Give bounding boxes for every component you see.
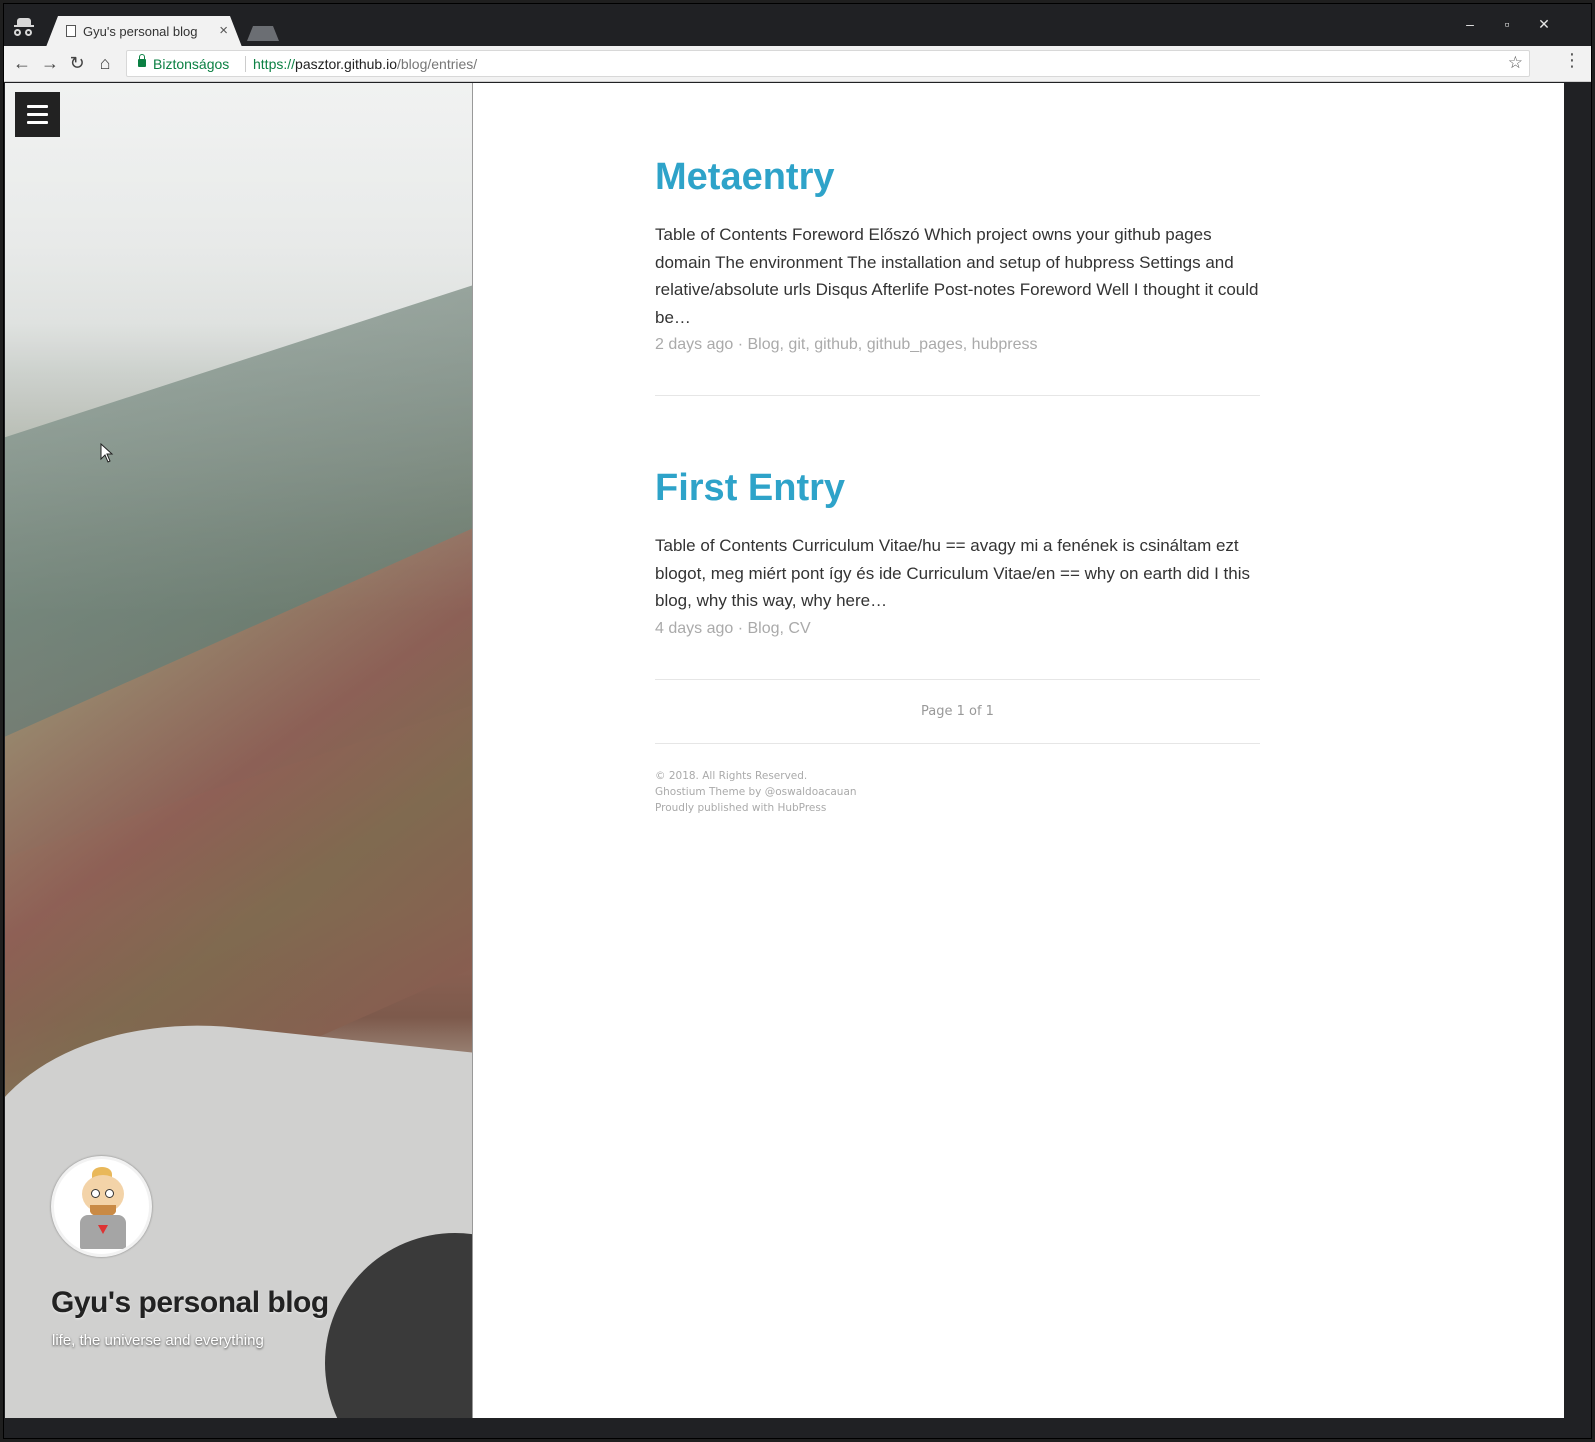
bookmark-star-icon[interactable]: ☆ — [1508, 53, 1523, 73]
page-icon — [66, 25, 76, 37]
forward-button[interactable]: → — [39, 52, 61, 74]
post-meta: 4 days ago · Blog, CV — [655, 620, 1260, 679]
publisher-credit: Proudly published with HubPress — [655, 800, 1260, 816]
new-tab-button[interactable] — [247, 26, 279, 41]
pagination-info: Page 1 of 1 — [655, 680, 1260, 744]
cover-image: Gyu's personal blog life, the universe a… — [5, 83, 473, 1418]
back-button[interactable]: ← — [11, 52, 33, 74]
post-date: 2 days ago — [655, 336, 734, 353]
post-tags[interactable]: Blog, git, github, github_pages, hubpres… — [748, 336, 1038, 353]
hubpress-link[interactable]: HubPress — [777, 802, 826, 814]
menu-toggle-button[interactable] — [15, 92, 60, 137]
maximize-button[interactable]: ▫ — [1497, 16, 1517, 32]
theme-author-link[interactable]: @oswaldoacauan — [765, 786, 857, 798]
close-window-button[interactable]: ✕ — [1534, 16, 1554, 33]
theme-credit: Ghostium Theme by @oswaldoacauan — [655, 784, 1260, 800]
browser-tab[interactable]: Gyu's personal blog × — [46, 16, 242, 47]
site-title[interactable]: Gyu's personal blog — [51, 1286, 329, 1320]
divider — [245, 56, 246, 72]
post-excerpt: Table of Contents Foreword Előszó Which … — [655, 225, 1259, 327]
post-date: 4 days ago — [655, 619, 734, 637]
theme-credit-text: Ghostium Theme by — [655, 785, 765, 798]
tab-title: Gyu's personal blog — [83, 24, 198, 39]
post-title-link[interactable]: First Entry — [655, 466, 845, 510]
reload-button[interactable]: ↻ — [66, 52, 88, 74]
browser-menu-icon[interactable]: ⋮ — [1563, 50, 1581, 71]
publisher-credit-text: Proudly published with — [655, 801, 778, 814]
meta-separator: · — [733, 619, 748, 637]
url-path: /blog/entries/ — [397, 56, 478, 72]
browser-window: Gyu's personal blog × – ▫ ✕ ← → ↻ ⌂ Bizt… — [3, 3, 1592, 1439]
lock-icon — [138, 54, 146, 67]
copyright: © 2018. All Rights Reserved. — [655, 769, 808, 782]
post-excerpt: Table of Contents Curriculum Vitae/hu ==… — [655, 536, 1250, 610]
page-viewport: Gyu's personal blog life, the universe a… — [5, 83, 1564, 1418]
site-description: life, the universe and everything — [52, 1332, 264, 1349]
browser-toolbar: ← → ↻ ⌂ Biztonságos https://pasztor.gith… — [4, 46, 1591, 82]
post-item: Metaentry Table of Contents Foreword Elő… — [655, 83, 1260, 396]
post-tags[interactable]: Blog, CV — [748, 620, 811, 637]
title-bar: Gyu's personal blog × – ▫ ✕ — [4, 4, 1591, 46]
minimize-button[interactable]: – — [1460, 16, 1480, 32]
post-list: Metaentry Table of Contents Foreword Elő… — [655, 83, 1260, 816]
url-scheme: https:// — [253, 56, 296, 72]
incognito-icon — [14, 18, 36, 38]
address-bar[interactable]: Biztonságos https://pasztor.github.io/bl… — [126, 50, 1530, 77]
post-item: First Entry Table of Contents Curriculum… — [655, 396, 1260, 680]
meta-separator: · — [733, 336, 748, 353]
site-footer: © 2018. All Rights Reserved. Ghostium Th… — [655, 768, 1260, 816]
url-text[interactable]: https://pasztor.github.io/blog/entries/ — [253, 56, 477, 72]
url-host: pasztor.github.io — [295, 56, 397, 72]
secure-label: Biztonságos — [153, 56, 230, 72]
close-tab-icon[interactable]: × — [219, 22, 228, 39]
home-button[interactable]: ⌂ — [94, 52, 116, 74]
avatar[interactable] — [51, 1156, 152, 1257]
post-meta: 2 days ago · Blog, git, github, github_p… — [655, 336, 1260, 395]
post-title-link[interactable]: Metaentry — [655, 155, 835, 199]
